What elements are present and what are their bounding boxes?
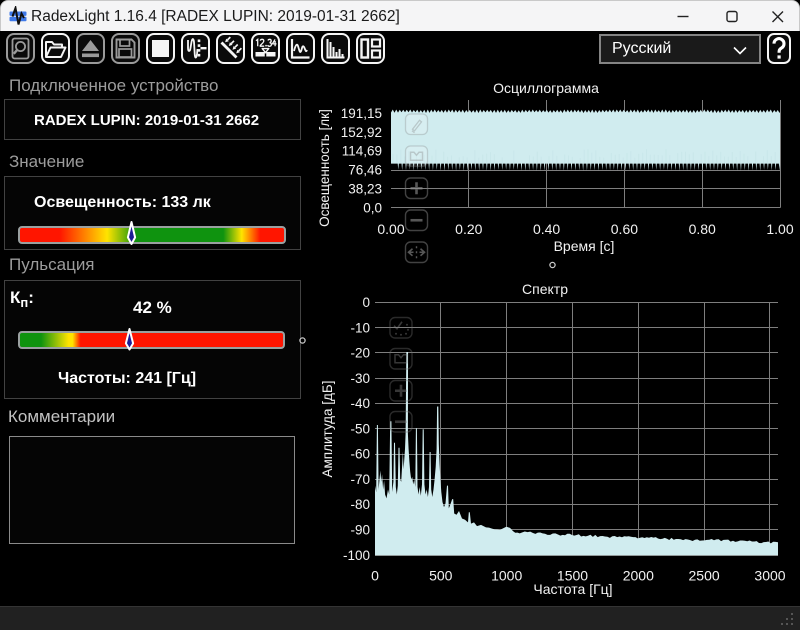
svg-text:1.00: 1.00 — [766, 221, 793, 237]
svg-text:-10: -10 — [350, 320, 370, 335]
svg-text:0: 0 — [362, 295, 370, 310]
svg-text:-90: -90 — [350, 523, 370, 538]
svg-text:2500: 2500 — [689, 568, 720, 584]
svg-text:0.00: 0.00 — [377, 221, 404, 237]
svg-text:1000: 1000 — [491, 568, 522, 584]
svg-text:0,0: 0,0 — [363, 200, 382, 215]
svg-text:-40: -40 — [350, 396, 370, 411]
svg-text:38,23: 38,23 — [348, 182, 382, 197]
svg-text:0.20: 0.20 — [455, 221, 482, 237]
svg-text:0.60: 0.60 — [611, 221, 638, 237]
svg-text:0.80: 0.80 — [689, 221, 716, 237]
svg-text:0.40: 0.40 — [533, 221, 560, 237]
svg-text:Осциллограмма: Осциллограмма — [493, 80, 599, 96]
svg-text:2000: 2000 — [623, 568, 654, 584]
svg-text:3000: 3000 — [754, 568, 785, 584]
svg-text:Частота [Гц]: Частота [Гц] — [533, 581, 612, 597]
svg-text:-30: -30 — [350, 371, 370, 386]
svg-text:Амплитуда [дБ]: Амплитуда [дБ] — [320, 380, 335, 477]
svg-text:191,15: 191,15 — [341, 106, 382, 121]
svg-text:152,92: 152,92 — [341, 125, 382, 140]
svg-text:Время [с]: Время [с] — [554, 238, 615, 254]
svg-text:0: 0 — [371, 568, 379, 584]
svg-text:Спектр: Спектр — [522, 281, 568, 297]
svg-text:76,46: 76,46 — [348, 163, 382, 178]
svg-text:-50: -50 — [350, 421, 370, 436]
svg-text:-60: -60 — [350, 447, 370, 462]
svg-text:500: 500 — [429, 568, 453, 584]
svg-text:-80: -80 — [350, 497, 370, 512]
svg-text:-100: -100 — [343, 548, 370, 563]
svg-text:114,69: 114,69 — [342, 144, 382, 159]
svg-text:-20: -20 — [350, 346, 370, 361]
svg-text:-70: -70 — [350, 472, 370, 487]
svg-text:Освещенность [лк]: Освещенность [лк] — [317, 109, 332, 227]
